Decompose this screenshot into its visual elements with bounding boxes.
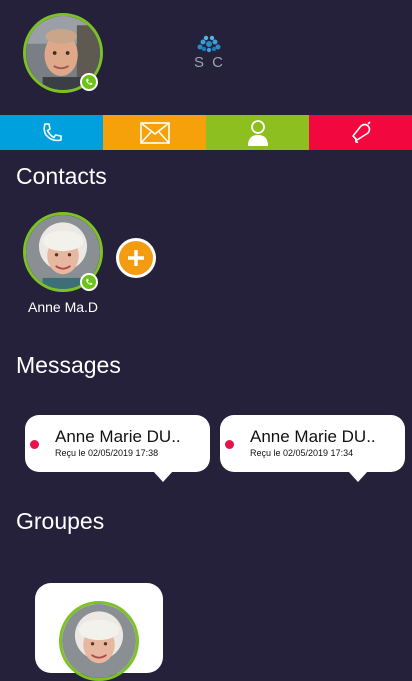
plus-icon — [119, 241, 153, 275]
bubble-tail — [153, 471, 173, 482]
app-header: S C — [0, 0, 412, 115]
message-date: Reçu le 02/05/2019 17:38 — [55, 448, 159, 458]
user-icon — [247, 119, 268, 146]
unread-dot — [225, 440, 234, 449]
tab-contacts[interactable] — [206, 115, 309, 150]
groups-title: Groupes — [16, 508, 105, 534]
contact-status-phone-icon — [80, 273, 98, 291]
tab-bar — [0, 115, 412, 150]
add-contact-button[interactable] — [116, 238, 156, 278]
message-sender: Anne Marie DU.. — [55, 427, 181, 446]
message-sender: Anne Marie DU.. — [250, 427, 376, 446]
tab-call[interactable] — [0, 115, 103, 150]
messages-title: Messages — [16, 352, 121, 378]
contacts-title: Contacts — [16, 163, 107, 189]
message-card[interactable]: Anne Marie DU.. Reçu le 02/05/2019 17:38 — [25, 415, 210, 482]
group-card[interactable] — [35, 583, 163, 681]
message-card[interactable]: Anne Marie DU.. Reçu le 02/05/2019 17:34 — [220, 415, 405, 482]
message-date: Reçu le 02/05/2019 17:34 — [250, 448, 354, 458]
tab-alert[interactable] — [309, 115, 412, 150]
logo-text: S C — [194, 54, 226, 71]
bell-icon — [351, 120, 371, 143]
phone-icon — [42, 122, 62, 141]
bubble-tail — [348, 471, 368, 482]
profile-status-phone-icon — [80, 73, 98, 91]
group-avatar — [59, 601, 139, 681]
contact-name: Anne Ma.D — [28, 299, 99, 315]
unread-dot — [30, 440, 39, 449]
woman-portrait-icon — [62, 604, 136, 678]
tab-messages[interactable] — [103, 115, 206, 150]
mail-icon — [139, 121, 170, 144]
